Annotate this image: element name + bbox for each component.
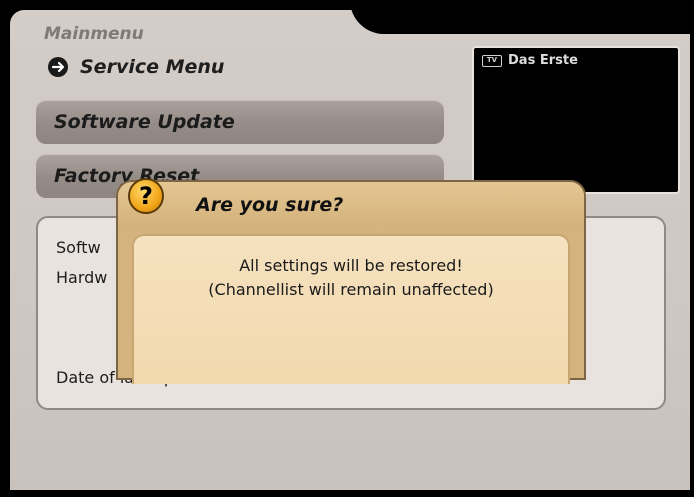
arrow-icon — [48, 57, 68, 77]
tv-preview: TV Das Erste — [472, 46, 680, 194]
tv-icon: TV — [482, 54, 502, 67]
channel-label: TV Das Erste — [482, 53, 578, 68]
dialog-message: All settings will be restored! (Channell… — [132, 234, 570, 384]
confirm-dialog: ? Are you sure? All settings will be res… — [116, 178, 586, 384]
dialog-title: Are you sure? — [196, 194, 344, 216]
service-menu-header: Service Menu — [48, 56, 224, 78]
dialog-message-line-1: All settings will be restored! — [239, 256, 463, 275]
software-version-label: Softw — [56, 238, 101, 257]
settings-screen: Mainmenu Service Menu Software Update Fa… — [10, 10, 690, 490]
software-update-button[interactable]: Software Update — [36, 100, 444, 144]
dialog-message-line-2: (Channellist will remain unaffected) — [208, 280, 494, 299]
menu-title: Mainmenu — [44, 24, 144, 44]
question-icon: ? — [128, 178, 164, 214]
service-menu-label: Service Menu — [80, 56, 225, 78]
hardware-version-label: Hardw — [56, 268, 108, 287]
dialog-header: ? Are you sure? — [118, 178, 584, 226]
channel-name: Das Erste — [508, 53, 578, 68]
